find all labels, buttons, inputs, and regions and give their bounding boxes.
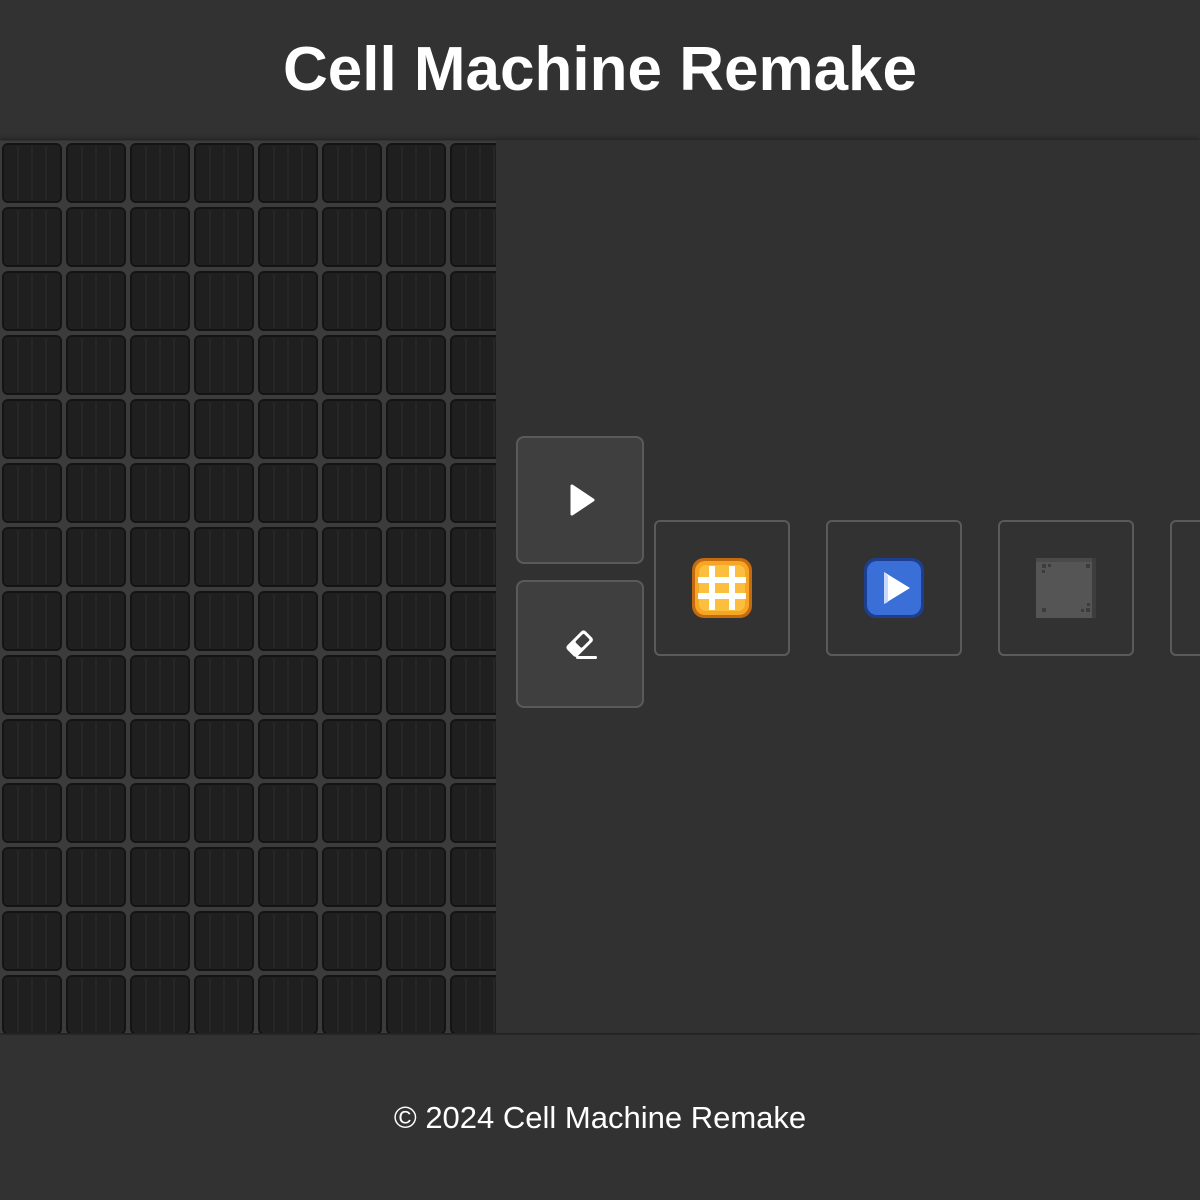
grid-cell-inner — [450, 463, 496, 523]
next-cell-slot[interactable] — [1170, 520, 1200, 656]
grid-cell-inner — [450, 527, 496, 587]
generator-cell-slot[interactable] — [654, 520, 790, 656]
square-icon — [1036, 558, 1096, 618]
grid-cell-inner — [450, 783, 496, 843]
page-title: Cell Machine Remake — [282, 34, 918, 104]
grid-cell-inner — [450, 911, 496, 971]
hash-icon — [692, 558, 752, 618]
grid-cell-inner — [450, 335, 496, 395]
eraser-icon — [566, 630, 597, 659]
play-button[interactable] — [516, 436, 644, 564]
page-footer: © 2024 Cell Machine Remake — [0, 1035, 1200, 1200]
cell-grid[interactable] — [0, 141, 496, 1033]
eraser-button[interactable] — [516, 580, 644, 708]
grid-cell-inner — [450, 399, 496, 459]
grid-cell-inner — [450, 591, 496, 651]
game-area — [0, 140, 1200, 1033]
mover-cell-slot[interactable] — [826, 520, 962, 656]
grid-cell-inner — [450, 655, 496, 715]
arrow-right-icon — [864, 558, 924, 618]
page-header: Cell Machine Remake — [0, 0, 1200, 140]
grid-cell-inner — [450, 719, 496, 779]
grid-cell-inner — [450, 143, 496, 203]
grid-cell-inner — [450, 847, 496, 907]
play-icon — [570, 484, 595, 516]
immobile-cell-slot[interactable] — [998, 520, 1134, 656]
grid-cell-inner — [450, 207, 496, 267]
grid-cell-inner — [450, 975, 496, 1033]
control-panel — [516, 436, 644, 724]
cell-palette — [654, 520, 1200, 656]
grid-cell-inner — [450, 271, 496, 331]
footer-copyright: © 2024 Cell Machine Remake — [393, 1099, 807, 1135]
